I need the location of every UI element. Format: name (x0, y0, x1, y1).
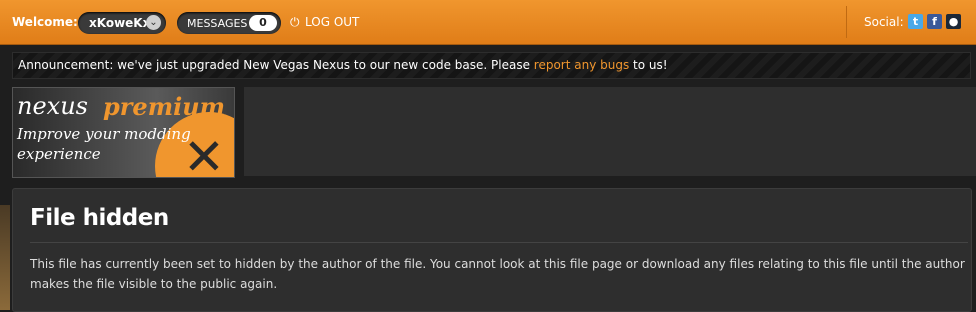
top-bar: Welcome: xKoweKx ⌄ MESSAGES 0 ⏻ LOG OUT … (0, 0, 976, 45)
messages-label: MESSAGES (187, 17, 248, 30)
banner-brand-premium: premium (103, 92, 226, 121)
logout-link[interactable]: ⏻ LOG OUT (290, 15, 360, 31)
page-title: File hidden (30, 205, 169, 231)
divider (846, 6, 847, 38)
messages-button[interactable]: MESSAGES 0 (177, 12, 281, 34)
content-panel: File hidden This file has currently been… (12, 188, 972, 312)
nexus-premium-banner[interactable]: ✕ nexus premium Improve your modding exp… (12, 87, 235, 178)
announcement-prefix: Announcement: we've just upgraded New Ve… (18, 58, 534, 72)
logout-label: LOG OUT (305, 15, 360, 29)
twitter-icon[interactable]: t (908, 14, 923, 29)
banner-brand-nexus: nexus (17, 92, 88, 120)
report-bugs-link[interactable]: report any bugs (534, 58, 629, 72)
social-label: Social: (864, 15, 904, 29)
messages-count-badge: 0 (249, 15, 277, 31)
banner-tagline-2: experience (17, 145, 101, 163)
background-decoration (0, 205, 10, 310)
banner-tagline: Improve your modding (17, 125, 191, 143)
divider (30, 242, 968, 243)
user-menu-button[interactable]: xKoweKx ⌄ (78, 12, 166, 34)
hidden-file-message: This file has currently been set to hidd… (30, 257, 965, 291)
welcome-label: Welcome: (12, 15, 78, 29)
ad-placeholder (244, 87, 976, 176)
announcement-suffix: to us! (629, 58, 668, 72)
facebook-icon[interactable]: f (927, 14, 942, 29)
chevron-down-icon: ⌄ (146, 15, 161, 30)
power-icon: ⏻ (290, 15, 300, 29)
announcement-text: Announcement: we've just upgraded New Ve… (18, 58, 668, 72)
announcement-bar: Announcement: we've just upgraded New Ve… (12, 52, 971, 79)
steam-icon[interactable]: ● (946, 14, 961, 29)
username: xKoweKx (89, 16, 151, 30)
